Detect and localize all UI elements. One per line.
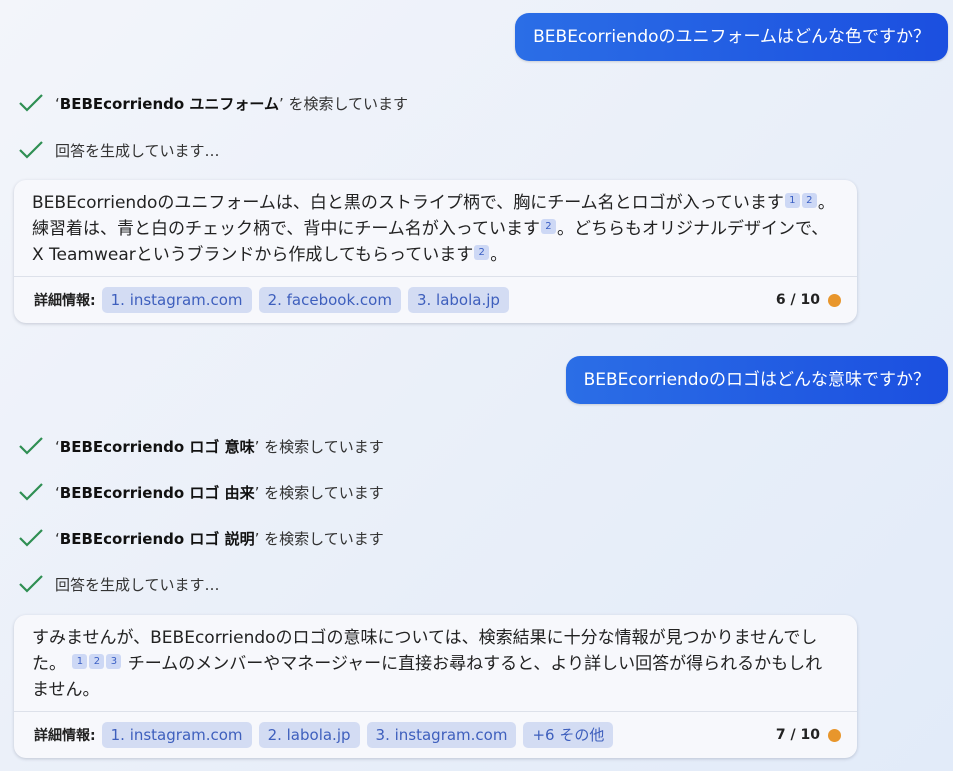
search-query: BEBEcorriendo ロゴ 由来 <box>59 483 255 502</box>
check-icon <box>19 141 43 159</box>
citation-ref[interactable]: 2 <box>540 219 556 234</box>
check-icon <box>19 529 43 547</box>
source-link[interactable]: 2. facebook.com <box>258 287 401 313</box>
user-message-2: BEBEcorriendoのロゴはどんな意味ですか？ <box>565 356 948 404</box>
search-step-1: ‘BEBEcorriendo ユニフォーム’ を検索しています <box>18 90 412 116</box>
search-query: BEBEcorriendo ロゴ 説明 <box>59 529 255 548</box>
user-message-1: BEBEcorriendoのユニフォームはどんな色ですか？ <box>515 13 948 61</box>
citation-ref[interactable]: 1 <box>784 193 800 208</box>
search-step-3: ‘BEBEcorriendo ロゴ 由来’ を検索しています <box>18 479 388 505</box>
search-step-4: ‘BEBEcorriendo ロゴ 説明’ を検索しています <box>18 525 388 551</box>
citation-ref[interactable]: 2 <box>801 193 817 208</box>
sources-footer-1: 詳細情報: 1. instagram.com 2. facebook.com 3… <box>14 276 857 323</box>
check-icon <box>19 94 43 112</box>
source-link[interactable]: 1. instagram.com <box>101 722 252 748</box>
citation-ref[interactable]: 3 <box>106 654 122 669</box>
check-icon <box>19 483 43 501</box>
sources-label: 詳細情報: <box>34 293 96 309</box>
sources-footer-2: 詳細情報: 1. instagram.com 2. labola.jp 3. i… <box>14 711 857 758</box>
search-step-2: ‘BEBEcorriendo ロゴ 意味’ を検索しています <box>18 433 388 459</box>
turn-counter-1: 6 / 10 <box>776 277 841 323</box>
answer-text-2: すみませんが、BEBEcorriendoのロゴの意味については、検索結果に十分な… <box>32 628 823 700</box>
check-icon <box>19 437 43 455</box>
counter-dot-icon <box>828 293 841 307</box>
citation-ref[interactable]: 2 <box>89 654 105 669</box>
citation-ref[interactable]: 2 <box>474 245 490 260</box>
more-sources-button[interactable]: +6 その他 <box>523 722 614 748</box>
generating-step-1: 回答を生成しています… <box>18 137 220 163</box>
source-link[interactable]: 3. instagram.com <box>366 722 517 748</box>
sources-label: 詳細情報: <box>34 728 96 744</box>
answer-text-1: BEBEcorriendoのユニフォームは、白と黒のストライプ柄で、胸にチーム名… <box>32 193 835 265</box>
turn-counter-2: 7 / 10 <box>776 712 841 758</box>
counter-dot-icon <box>828 728 841 742</box>
answer-card-1: BEBEcorriendoのユニフォームは、白と黒のストライプ柄で、胸にチーム名… <box>14 180 857 323</box>
generating-step-2: 回答を生成しています… <box>18 571 220 597</box>
source-link[interactable]: 2. labola.jp <box>258 722 360 748</box>
source-link[interactable]: 1. instagram.com <box>101 287 252 313</box>
source-link[interactable]: 3. labola.jp <box>407 287 509 313</box>
search-query: BEBEcorriendo ロゴ 意味 <box>59 437 255 456</box>
citation-ref[interactable]: 1 <box>72 654 88 669</box>
answer-card-2: すみませんが、BEBEcorriendoのロゴの意味については、検索結果に十分な… <box>14 615 857 758</box>
search-query: BEBEcorriendo ユニフォーム <box>59 94 279 113</box>
check-icon <box>19 575 43 593</box>
